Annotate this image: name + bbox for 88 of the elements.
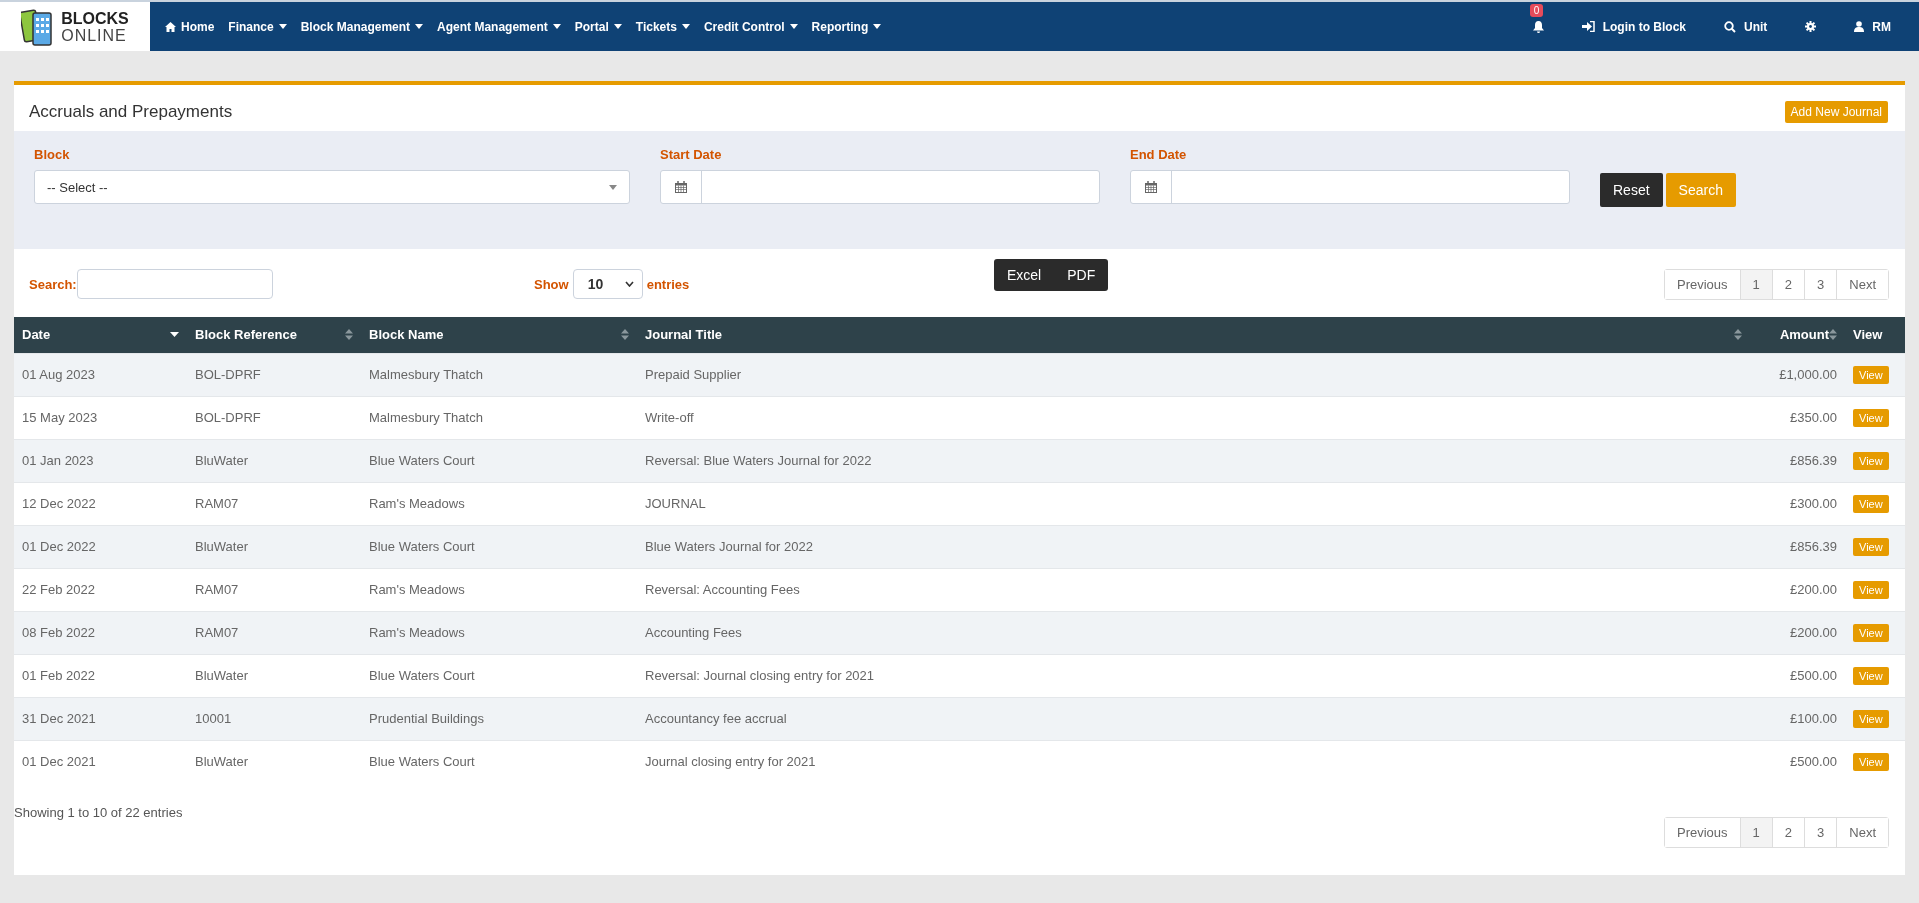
bell-icon bbox=[1532, 20, 1544, 33]
table-cell: 01 Dec 2021 bbox=[14, 740, 187, 783]
sort-icon bbox=[1829, 329, 1837, 341]
column-header[interactable]: Block Reference bbox=[187, 317, 361, 353]
table-cell: £1,000.00 bbox=[1750, 353, 1845, 396]
sort-icon bbox=[621, 329, 629, 341]
chevron-icon bbox=[624, 281, 634, 287]
table-cell: £856.39 bbox=[1750, 439, 1845, 482]
pagination-button[interactable]: 1 bbox=[1739, 269, 1772, 299]
search-field[interactable] bbox=[76, 269, 273, 299]
menu-item[interactable]: Tickets bbox=[628, 2, 697, 51]
export-button[interactable]: Excel bbox=[994, 259, 1055, 291]
notification-count: 0 bbox=[1529, 3, 1544, 17]
table-cell: 10001 bbox=[187, 697, 361, 740]
field-label: Start Date bbox=[660, 147, 723, 162]
table-cell: £200.00 bbox=[1750, 611, 1845, 654]
column-header[interactable]: Date bbox=[14, 317, 187, 353]
menu-item[interactable]: Block Management bbox=[293, 2, 431, 51]
search-icon bbox=[1724, 20, 1736, 33]
pagination-button[interactable]: 1 bbox=[1739, 818, 1772, 847]
table-cell: Blue Waters Court bbox=[361, 439, 637, 482]
field-label: Block bbox=[34, 147, 71, 162]
table-cell: Reversal: Blue Waters Journal for 2022 bbox=[637, 439, 1750, 482]
sort-icon bbox=[345, 329, 353, 341]
caret-icon bbox=[613, 24, 622, 29]
table-cell: 01 Aug 2023 bbox=[14, 353, 187, 396]
pagination-button[interactable]: Next bbox=[1836, 818, 1888, 847]
menu-item[interactable]: Finance bbox=[221, 2, 294, 51]
pagination-button[interactable]: Next bbox=[1836, 269, 1888, 299]
page-title: Accruals and Prepayments bbox=[29, 102, 233, 122]
block-select[interactable]: -- Select -- bbox=[34, 170, 630, 204]
table-cell: Prepaid Supplier bbox=[637, 353, 1750, 396]
table-cell: £100.00 bbox=[1750, 697, 1845, 740]
table-cell: 01 Jan 2023 bbox=[14, 439, 187, 482]
table-cell: RAM07 bbox=[187, 611, 361, 654]
table-cell: BluWater bbox=[187, 740, 361, 783]
sign-in-icon bbox=[1581, 21, 1595, 32]
table-cell: Blue Waters Journal for 2022 bbox=[637, 525, 1750, 568]
column-header[interactable]: Journal Title bbox=[637, 317, 1750, 353]
caret-icon bbox=[789, 24, 798, 29]
search-label: Search: bbox=[29, 276, 77, 292]
user-icon bbox=[1854, 21, 1865, 32]
table-cell: Prudential Buildings bbox=[361, 697, 637, 740]
table-cell: 31 Dec 2021 bbox=[14, 697, 187, 740]
page-size-select[interactable]: 10 bbox=[572, 269, 643, 299]
export-button[interactable]: PDF bbox=[1054, 259, 1109, 291]
table-cell: BluWater bbox=[187, 525, 361, 568]
logo-text: BLOCKS bbox=[61, 9, 129, 27]
menu-item[interactable]: Reporting bbox=[804, 2, 889, 51]
caret-icon bbox=[681, 24, 690, 29]
column-header[interactable]: Amount bbox=[1750, 317, 1845, 353]
settings-icon bbox=[1805, 21, 1817, 32]
table-cell: Accountancy fee accrual bbox=[637, 697, 1750, 740]
table-cell: 01 Dec 2022 bbox=[14, 525, 187, 568]
logo-text: ONLINE bbox=[61, 26, 128, 44]
table-cell: Blue Waters Court bbox=[361, 525, 637, 568]
caret-icon bbox=[415, 24, 424, 29]
column-header[interactable]: Block Name bbox=[361, 317, 637, 353]
menu-item[interactable]: Credit Control bbox=[696, 2, 805, 51]
user-menu[interactable]: RM bbox=[1848, 18, 1897, 35]
login-to-block-link[interactable]: Login to Block bbox=[1575, 18, 1692, 35]
table-info: Showing 1 to 10 of 22 entries bbox=[14, 805, 183, 820]
entries-label: entries bbox=[646, 276, 690, 292]
column-header[interactable]: View bbox=[1845, 317, 1905, 353]
caret-icon bbox=[873, 24, 882, 29]
menu-item[interactable]: Home bbox=[158, 2, 222, 51]
table-cell: Accounting Fees bbox=[637, 611, 1750, 654]
unit-search-link[interactable]: Unit bbox=[1718, 18, 1774, 35]
table-cell: Malmesbury Thatch bbox=[361, 353, 637, 396]
table-cell: £500.00 bbox=[1750, 740, 1845, 783]
table-cell: 08 Feb 2022 bbox=[14, 611, 187, 654]
home-icon bbox=[165, 21, 176, 32]
table-cell: BluWater bbox=[187, 439, 361, 482]
menu-item[interactable]: Agent Management bbox=[430, 2, 568, 51]
reset-button[interactable]: Reset bbox=[1600, 173, 1663, 207]
field-label: End Date bbox=[1130, 147, 1188, 162]
table-cell: Journal closing entry for 2021 bbox=[637, 740, 1750, 783]
caret-icon bbox=[552, 24, 561, 29]
caret-icon bbox=[609, 184, 617, 190]
table-cell: Blue Waters Court bbox=[361, 740, 637, 783]
caret-icon bbox=[278, 24, 287, 29]
sort-descending-icon bbox=[170, 332, 179, 338]
show-label: Show bbox=[534, 276, 569, 292]
menu-item[interactable]: Portal bbox=[567, 2, 629, 51]
table-cell: Ram's Meadows bbox=[361, 611, 637, 654]
sort-icon bbox=[1734, 329, 1742, 341]
table-cell: BOL-DPRF bbox=[187, 353, 361, 396]
table-cell: £856.39 bbox=[1750, 525, 1845, 568]
